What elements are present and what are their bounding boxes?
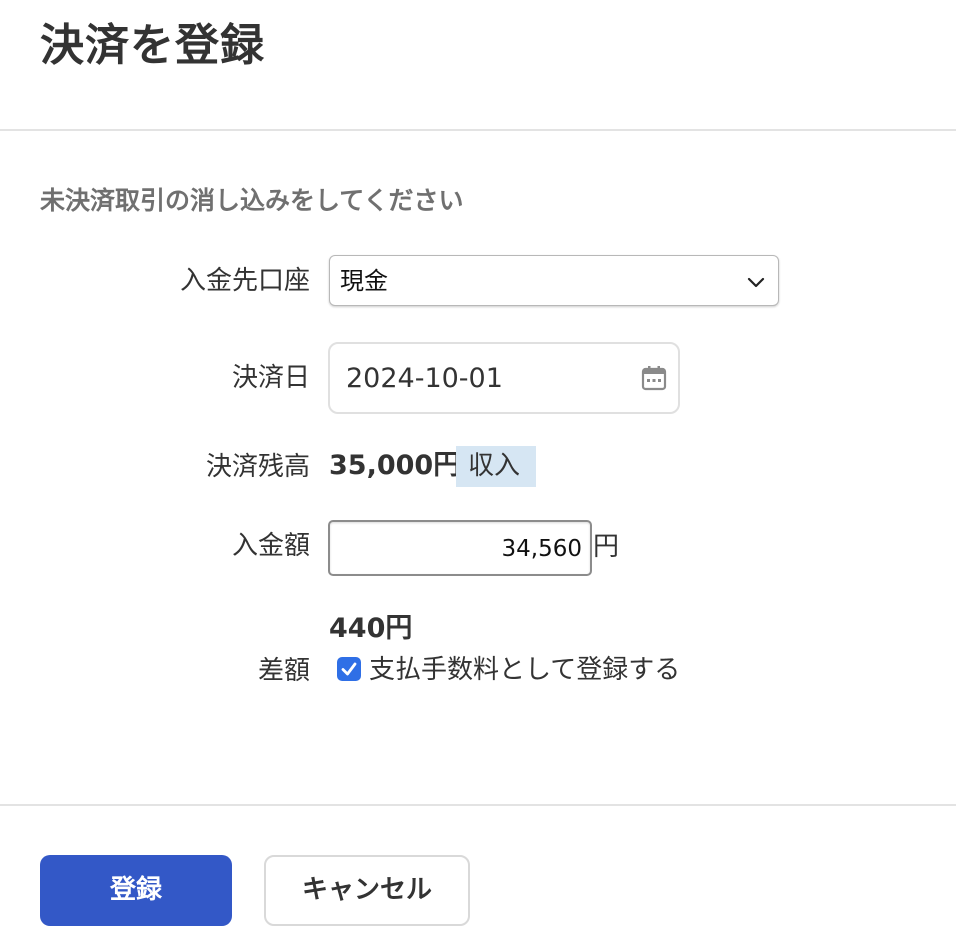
header-divider — [0, 129, 956, 131]
income-badge: 収入 — [456, 446, 536, 487]
deposit-amount-value: 34,560 — [501, 536, 582, 562]
account-select-value: 現金 — [340, 267, 388, 295]
difference-label: 差額 — [257, 656, 310, 686]
deposit-amount-input[interactable]: 34,560 — [328, 520, 592, 576]
footer-divider — [0, 804, 956, 806]
chevron-down-icon — [747, 277, 765, 288]
page-title: 決済を登録 — [40, 20, 265, 71]
fee-checkbox[interactable] — [337, 657, 361, 681]
date-input[interactable]: 2024-10-01 — [328, 342, 680, 414]
date-value: 2024-10-01 — [346, 363, 503, 394]
instruction-text: 未決済取引の消し込みをしてください — [40, 186, 464, 215]
fee-checkbox-label[interactable]: 支払手数料として登録する — [369, 652, 680, 688]
register-button[interactable]: 登録 — [40, 855, 232, 926]
balance-label: 決済残高 — [205, 452, 310, 482]
difference-amount: 440円 — [329, 613, 413, 644]
account-select[interactable]: 現金 — [329, 255, 779, 306]
cancel-button[interactable]: キャンセル — [264, 855, 470, 926]
checkmark-icon — [341, 662, 357, 676]
deposit-unit: 円 — [593, 532, 620, 562]
date-label: 決済日 — [231, 363, 310, 393]
account-label: 入金先口座 — [179, 266, 310, 296]
balance-amount: 35,000円 — [329, 450, 461, 481]
deposit-label: 入金額 — [231, 531, 310, 561]
calendar-icon[interactable] — [640, 364, 668, 392]
